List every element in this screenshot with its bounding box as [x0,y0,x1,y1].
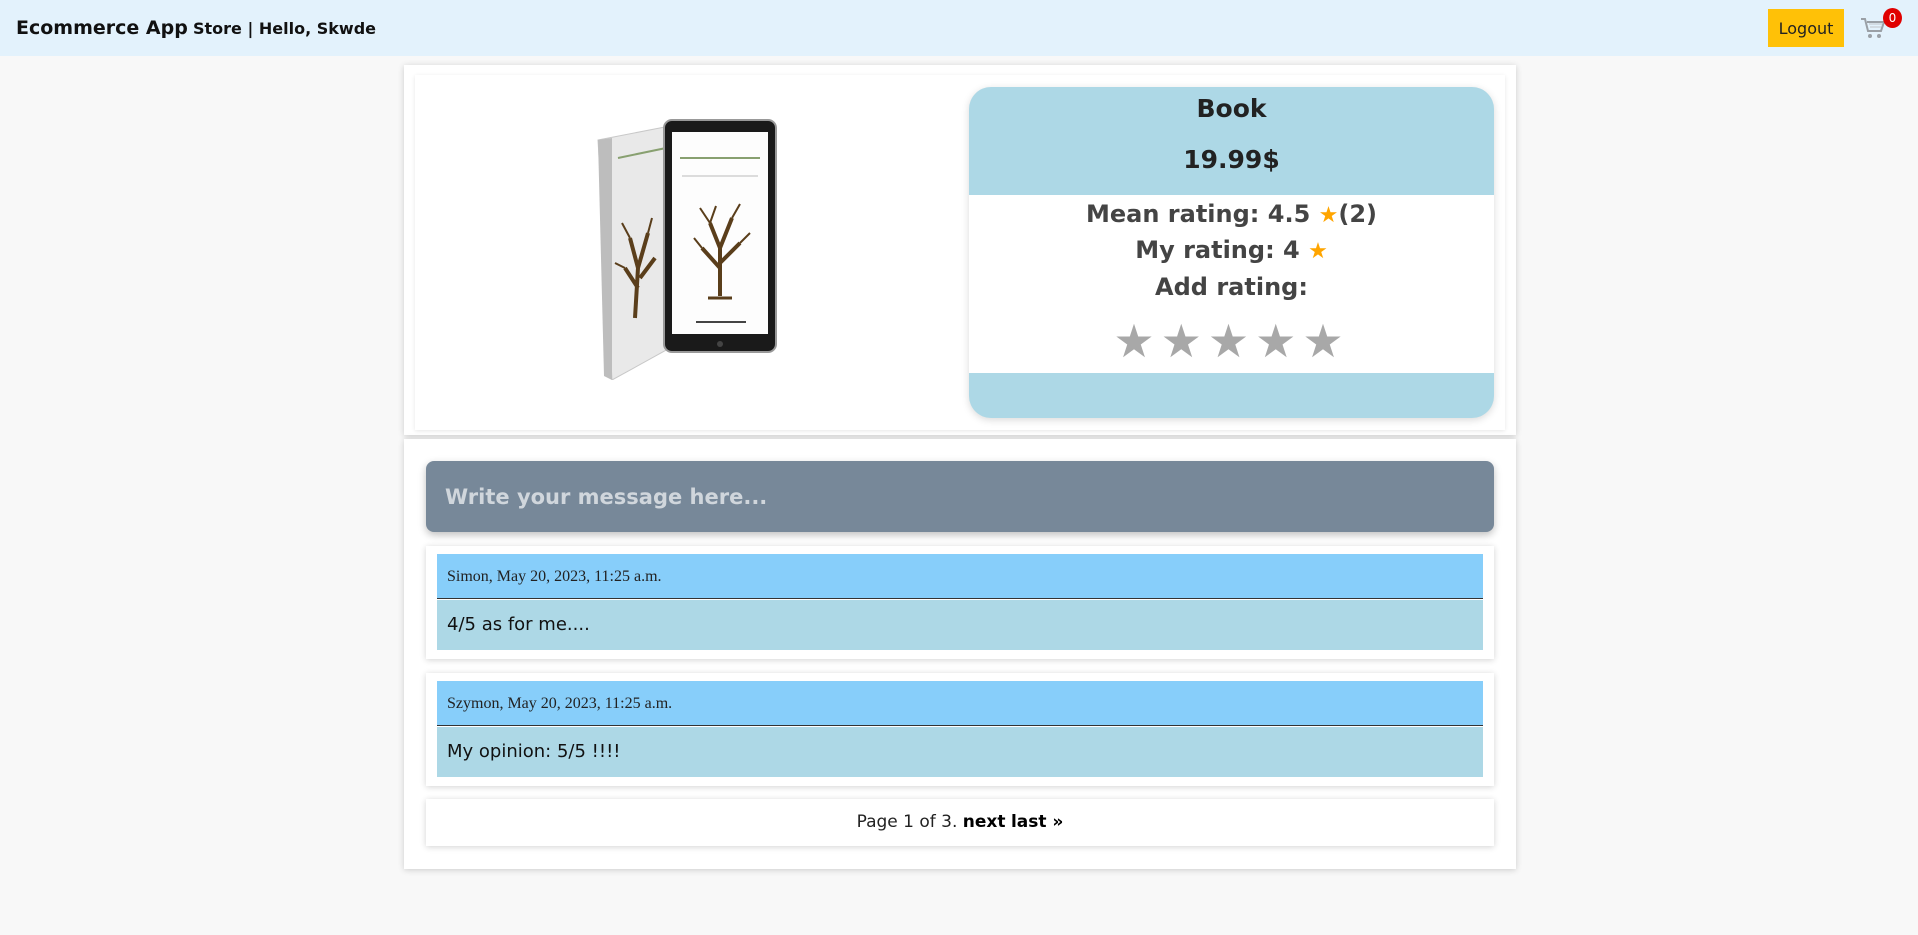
logout-button[interactable]: Logout [1768,9,1844,47]
mean-rating: Mean rating: 4.5 ★(2) [969,200,1494,228]
shopping-cart-icon[interactable] [1860,16,1886,40]
last-page-link[interactable]: last » [1011,812,1063,832]
navbar: Ecommerce App Store | Hello, Skwde Logou… [0,0,1918,56]
comment-card: Simon, May 20, 2023, 11:25 a.m. 4/5 as f… [426,546,1494,659]
mean-rating-count: (2) [1338,200,1377,228]
rating-section: Mean rating: 4.5 ★(2) My rating: 4 ★ Add… [969,195,1494,373]
page-indicator: Page 1 of 3. [856,812,958,832]
rating-star-picker: ★★★★★ [969,314,1494,368]
rate-star-2-icon[interactable]: ★ [1161,314,1208,368]
product-title: Book [1196,94,1267,123]
mean-rating-label: Mean rating: 4.5 [1086,200,1311,228]
comment-header: Szymon, May 20, 2023, 11:25 a.m. [437,681,1483,726]
cart-count-badge: 0 [1883,8,1902,28]
star-icon: ★ [1318,203,1339,228]
add-rating-label: Add rating: [1155,273,1308,301]
product-price: 19.99$ [1183,145,1280,174]
pagination: Page 1 of 3. next last » [426,799,1494,846]
comment-header: Simon, May 20, 2023, 11:25 a.m. [437,554,1483,599]
book-and-tablet-image [597,119,777,380]
comment-text: 4/5 as for me.... [437,600,1483,650]
next-page-link[interactable]: next [963,812,1006,832]
rate-star-3-icon[interactable]: ★ [1208,314,1255,368]
rate-star-1-icon[interactable]: ★ [1113,314,1160,368]
star-icon: ★ [1308,239,1328,264]
comment-card: Szymon, May 20, 2023, 11:25 a.m. My opin… [426,673,1494,786]
rate-star-4-icon[interactable]: ★ [1255,314,1302,368]
message-input[interactable] [426,461,1494,532]
store-greeting[interactable]: Store | Hello, Skwde [193,19,376,38]
rate-star-5-icon[interactable]: ★ [1302,314,1349,368]
my-rating: My rating: 4 ★ [969,236,1494,264]
my-rating-label: My rating: 4 [1135,236,1300,264]
product-info-panel: Book 19.99$ Mean rating: 4.5 ★(2) My rat… [969,87,1494,418]
brand-title[interactable]: Ecommerce App [16,17,188,39]
comment-text: My opinion: 5/5 !!!! [437,727,1483,777]
